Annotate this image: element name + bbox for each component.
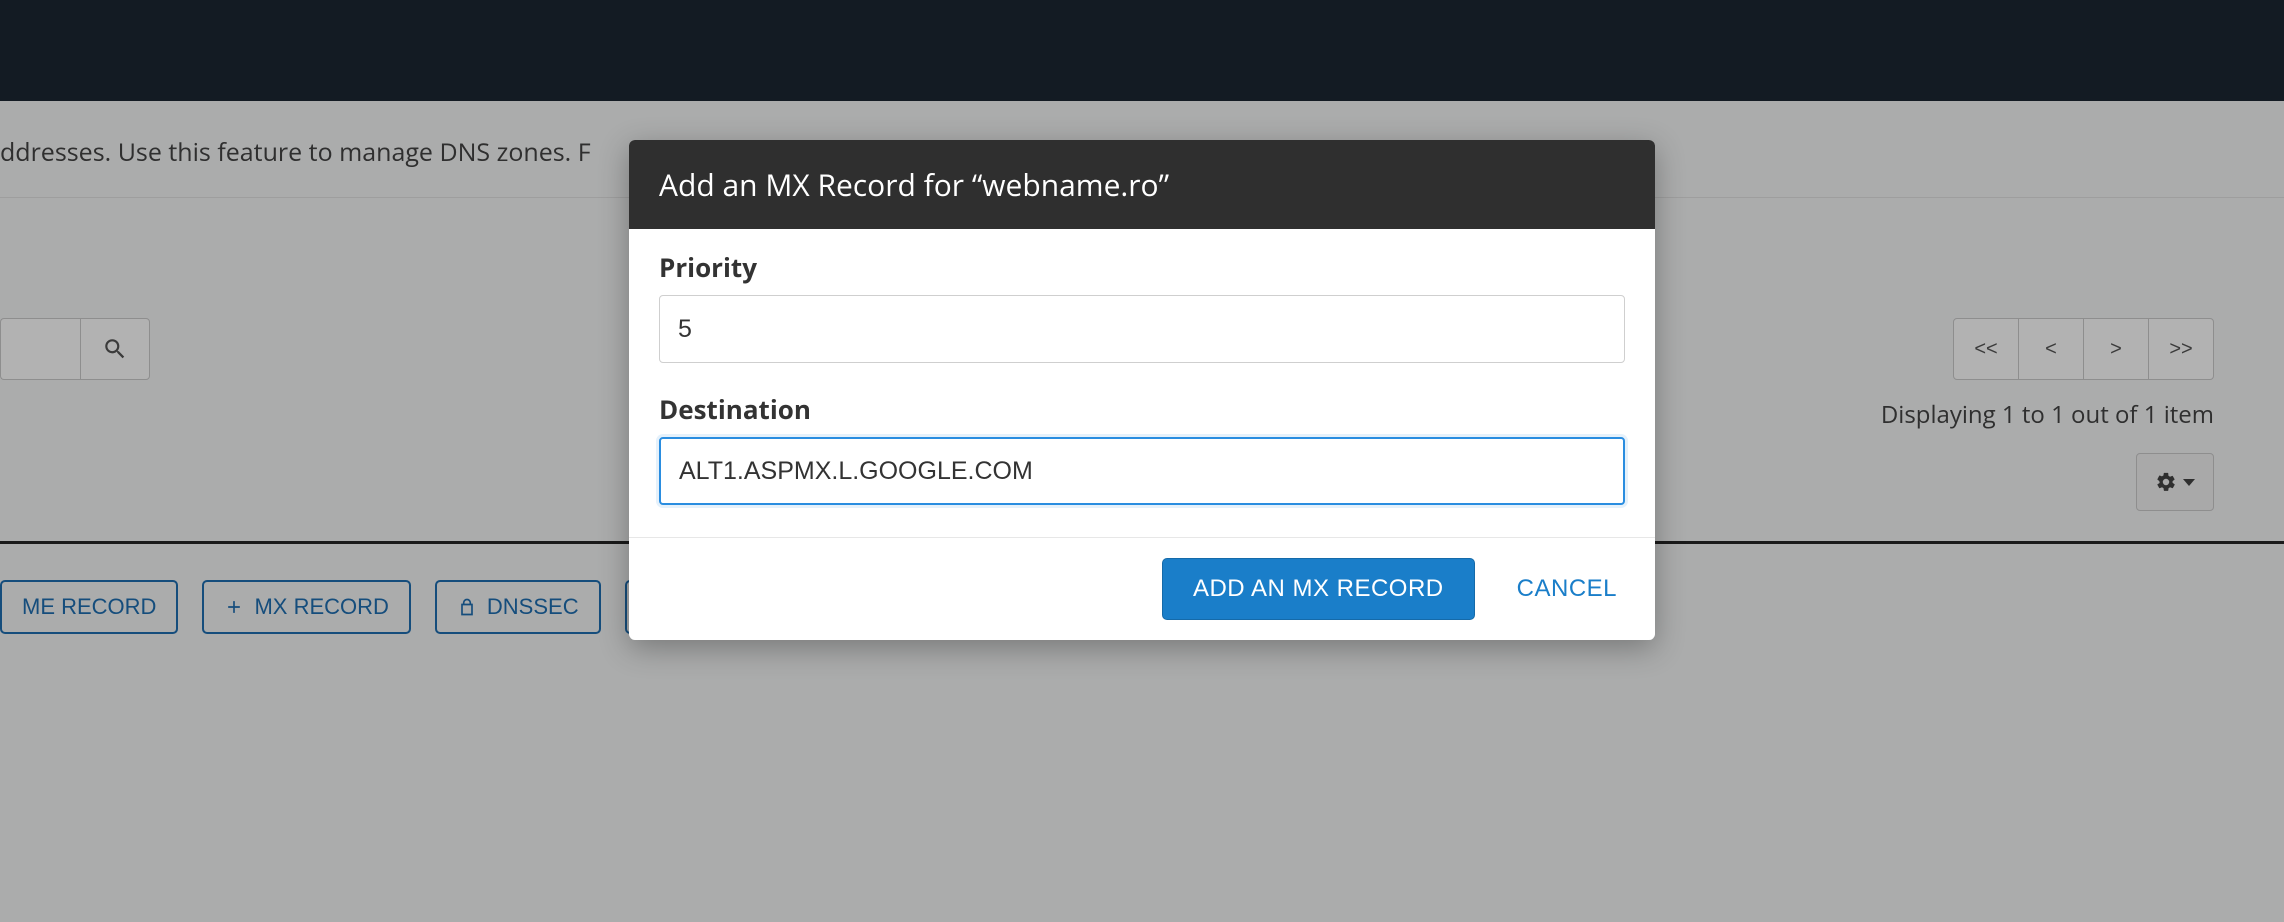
destination-input[interactable] [659, 437, 1625, 505]
destination-label: Destination [659, 391, 1625, 427]
cancel-button[interactable]: Cancel [1509, 559, 1625, 619]
modal-overlay[interactable]: Add an MX Record for “webname.ro” Priori… [0, 0, 2284, 922]
add-mx-record-modal: Add an MX Record for “webname.ro” Priori… [629, 140, 1655, 640]
priority-label: Priority [659, 249, 1625, 285]
priority-input[interactable] [659, 295, 1625, 363]
add-mx-record-submit-button[interactable]: Add an MX Record [1162, 558, 1475, 620]
modal-title: Add an MX Record for “webname.ro” [629, 140, 1655, 229]
